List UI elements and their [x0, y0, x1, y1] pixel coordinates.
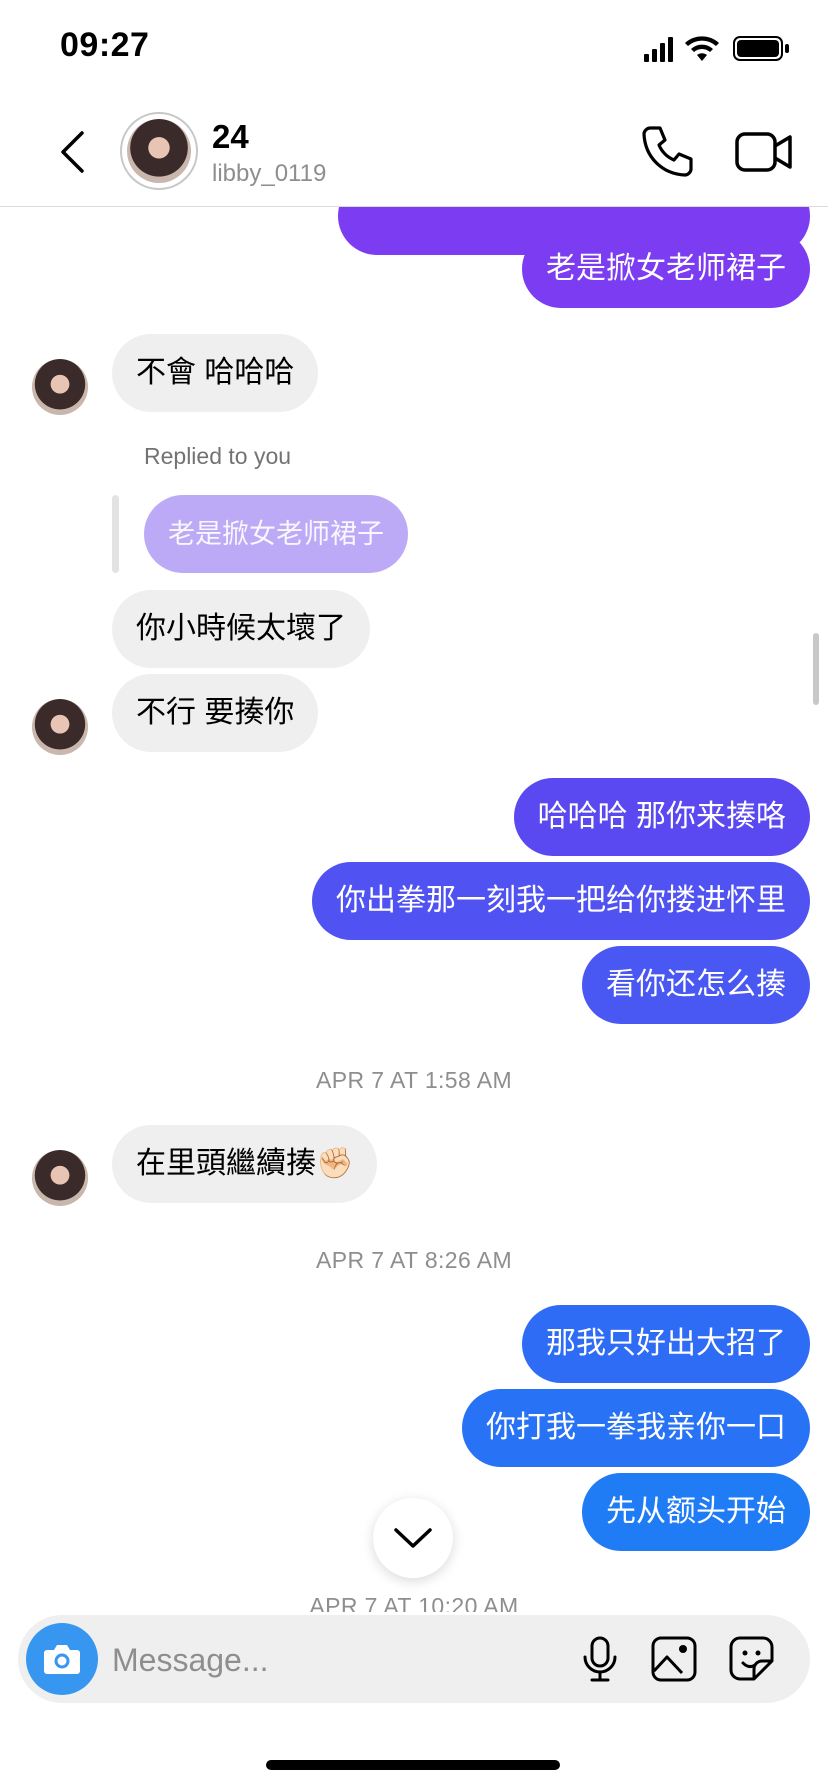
back-button[interactable] — [44, 122, 100, 182]
message-bubble-outgoing[interactable]: 先从额头开始 — [582, 1473, 810, 1551]
sender-avatar[interactable] — [32, 699, 88, 755]
phone-icon[interactable] — [636, 122, 694, 180]
timestamp: APR 7 AT 1:58 AM — [315, 1067, 513, 1093]
message-bubble-outgoing[interactable]: 看你还怎么揍 — [582, 946, 810, 1024]
message-input[interactable] — [110, 1625, 574, 1695]
contact-name[interactable]: 24 — [212, 118, 249, 156]
scroll-to-bottom-button[interactable] — [373, 1498, 453, 1578]
contact-avatar[interactable] — [120, 112, 198, 190]
message-bubble-incoming[interactable]: 在里頭繼續揍✊🏻 — [112, 1125, 378, 1203]
camera-icon — [44, 1645, 80, 1674]
signal-icon — [644, 37, 673, 62]
message-bubble-incoming[interactable]: 不行 要揍你 — [112, 674, 319, 752]
message-bubble-outgoing[interactable]: 哈哈哈 那你来揍咯 — [513, 778, 810, 856]
camera-button[interactable] — [26, 1623, 98, 1695]
contact-username[interactable]: libby_0119 — [212, 160, 326, 188]
reply-bar — [112, 495, 119, 573]
scrollbar[interactable] — [813, 633, 819, 705]
video-camera-icon[interactable] — [734, 124, 794, 180]
microphone-icon[interactable] — [578, 1635, 622, 1683]
reply-quote-bubble[interactable]: 老是掀女老师裙子 — [144, 495, 408, 573]
sticker-icon[interactable] — [728, 1635, 776, 1683]
timestamp: APR 7 AT 8:26 AM — [315, 1247, 513, 1273]
chat-header: 24 libby_0119 — [0, 100, 828, 207]
home-indicator[interactable] — [266, 1760, 560, 1770]
message-bubble-incoming[interactable]: 不會 哈哈哈 — [112, 334, 319, 412]
status-time: 09:27 — [60, 26, 150, 64]
sender-avatar[interactable] — [32, 359, 88, 415]
message-thread[interactable]: 老是掀女老师裙子 不會 哈哈哈 Replied to you 老是掀女老师裙子 … — [0, 207, 828, 1612]
chevron-down-icon — [394, 1528, 432, 1548]
reply-label: Replied to you — [144, 443, 292, 469]
battery-icon — [733, 36, 789, 61]
sender-avatar[interactable] — [32, 1150, 88, 1206]
wifi-icon — [685, 36, 719, 61]
status-icons — [644, 36, 789, 62]
back-chevron-icon — [61, 131, 84, 173]
message-composer — [18, 1615, 810, 1703]
message-bubble-incoming[interactable]: 你小時候太壞了 — [112, 590, 370, 668]
gallery-icon[interactable] — [650, 1635, 698, 1683]
timestamp: APR 7 AT 10:20 AM — [309, 1593, 519, 1612]
message-bubble-outgoing[interactable]: 你出拳那一刻我一把给你搂进怀里 — [312, 862, 810, 940]
message-bubble-outgoing[interactable]: 那我只好出大招了 — [522, 1305, 810, 1383]
message-bubble-outgoing[interactable]: 老是掀女老师裙子 — [522, 230, 810, 308]
message-bubble-outgoing[interactable]: 你打我一拳我亲你一口 — [462, 1389, 810, 1467]
avatar-image — [127, 119, 191, 183]
